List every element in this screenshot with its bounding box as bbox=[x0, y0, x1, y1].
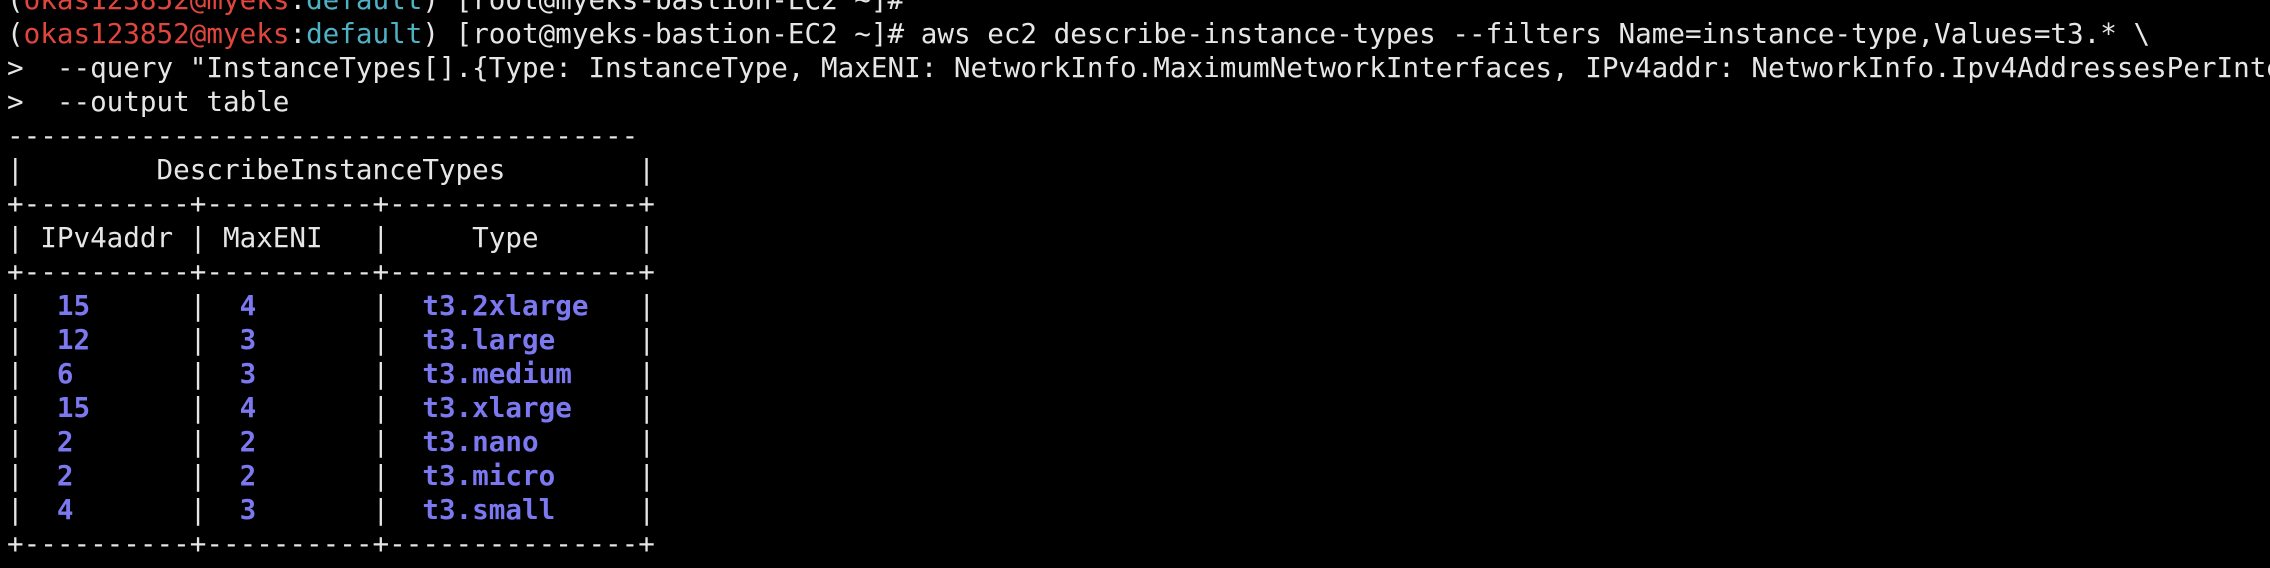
prompt-open-paren: ( bbox=[7, 17, 24, 50]
table-row: | 4 | 3 | t3.small | bbox=[7, 493, 2270, 527]
cell-separator: | bbox=[372, 425, 423, 458]
cell-separator: | bbox=[7, 289, 57, 322]
table-row: | 12 | 3 | t3.large | bbox=[7, 323, 2270, 357]
cell-separator: | bbox=[372, 391, 423, 424]
cell-ipv4addr: 6 bbox=[56, 357, 190, 390]
cell-ipv4addr: 15 bbox=[56, 391, 190, 424]
command-text: aws ec2 describe-instance-types --filter… bbox=[904, 17, 2151, 50]
cell-separator: | bbox=[372, 493, 423, 526]
table-header-row: | IPv4addr | MaxENI | Type | bbox=[7, 221, 655, 254]
cell-separator: | bbox=[638, 459, 655, 492]
cell-ipv4addr: 4 bbox=[56, 493, 190, 526]
table-bottom-border: +----------+----------+---------------+ bbox=[7, 527, 655, 560]
cell-separator: | bbox=[372, 459, 423, 492]
cell-separator: | bbox=[7, 323, 57, 356]
cell-separator: | bbox=[7, 493, 57, 526]
cell-ipv4addr: 2 bbox=[56, 425, 190, 458]
cell-separator: | bbox=[638, 357, 655, 390]
cell-separator: | bbox=[372, 289, 423, 322]
prompt-host: ) [root@myeks-bastion-EC2 ~]# bbox=[422, 17, 905, 50]
cell-separator: | bbox=[372, 357, 423, 390]
cell-maxeni: 2 bbox=[239, 425, 373, 458]
cell-separator: | bbox=[638, 493, 655, 526]
prompt-user: okas123852@myeks bbox=[23, 17, 290, 50]
cell-type: t3.large bbox=[422, 323, 639, 356]
cell-separator: | bbox=[189, 459, 240, 492]
cell-separator: | bbox=[189, 391, 240, 424]
prompt-open-paren: ( bbox=[7, 0, 24, 16]
cell-separator: | bbox=[189, 323, 240, 356]
table-separator: +----------+----------+---------------+ bbox=[7, 255, 655, 288]
cell-separator: | bbox=[7, 425, 57, 458]
prompt-host: ) [root@myeks-bastion-EC2 ~]# bbox=[422, 0, 904, 16]
cell-type: t3.2xlarge bbox=[422, 289, 639, 322]
table-separator: +----------+----------+---------------+ bbox=[7, 187, 655, 220]
cell-separator: | bbox=[638, 289, 655, 322]
table-row: | 2 | 2 | t3.micro | bbox=[7, 459, 2270, 493]
cell-maxeni: 4 bbox=[239, 289, 373, 322]
table-row: | 15 | 4 | t3.xlarge | bbox=[7, 391, 2270, 425]
cell-maxeni: 3 bbox=[239, 493, 373, 526]
cell-separator: | bbox=[7, 357, 57, 390]
prompt-colon: : bbox=[289, 0, 306, 16]
cell-type: t3.medium bbox=[422, 357, 639, 390]
cell-separator: | bbox=[638, 391, 655, 424]
command-line: (okas123852@myeks:default) [root@myeks-b… bbox=[7, 17, 2270, 51]
cell-separator: | bbox=[189, 493, 240, 526]
prompt-namespace: default bbox=[306, 0, 422, 16]
cell-type: t3.nano bbox=[422, 425, 639, 458]
prompt-colon: : bbox=[289, 17, 307, 50]
terminal-window[interactable]: (okas123852@myeks:default) [root@myeks-b… bbox=[0, 0, 2270, 568]
cell-separator: | bbox=[7, 391, 57, 424]
table-title: | DescribeInstanceTypes | bbox=[7, 153, 655, 186]
cell-separator: | bbox=[638, 323, 655, 356]
table-row: | 2 | 2 | t3.nano | bbox=[7, 425, 2270, 459]
table-row: | 6 | 3 | t3.medium | bbox=[7, 357, 2270, 391]
cell-type: t3.micro bbox=[422, 459, 639, 492]
continuation-line-query: > --query "InstanceTypes[].{Type: Instan… bbox=[7, 51, 2270, 84]
cell-separator: | bbox=[7, 459, 57, 492]
cell-maxeni: 2 bbox=[239, 459, 373, 492]
cell-maxeni: 3 bbox=[239, 357, 373, 390]
cell-maxeni: 4 bbox=[239, 391, 373, 424]
table-top-border: -------------------------------------- bbox=[7, 119, 639, 152]
prompt-line: (okas123852@myeks:default) [root@myeks-b… bbox=[7, 0, 2270, 17]
prompt-user: okas123852@myeks bbox=[24, 0, 290, 16]
cell-ipv4addr: 12 bbox=[56, 323, 190, 356]
cell-ipv4addr: 2 bbox=[56, 459, 190, 492]
cell-separator: | bbox=[638, 425, 655, 458]
cell-separator: | bbox=[189, 357, 240, 390]
cell-type: t3.xlarge bbox=[422, 391, 639, 424]
cell-ipv4addr: 15 bbox=[56, 289, 190, 322]
cell-separator: | bbox=[372, 323, 423, 356]
cell-separator: | bbox=[189, 425, 240, 458]
table-row: | 15 | 4 | t3.2xlarge | bbox=[7, 289, 2270, 323]
cell-maxeni: 3 bbox=[239, 323, 373, 356]
table-body: | 15 | 4 | t3.2xlarge | | 12 | 3 | t3.lar… bbox=[7, 289, 2270, 527]
prompt-namespace: default bbox=[306, 17, 423, 50]
cell-type: t3.small bbox=[422, 493, 639, 526]
cell-separator: | bbox=[189, 289, 240, 322]
continuation-line-output: > --output table bbox=[7, 85, 290, 118]
